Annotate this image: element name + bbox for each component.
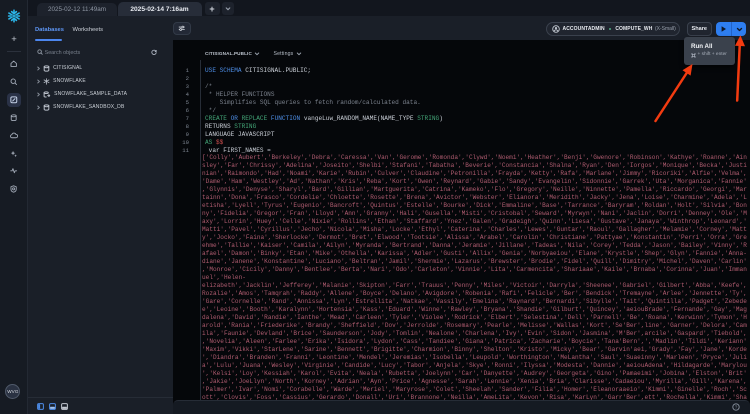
- svg-text:?: ?: [734, 405, 737, 410]
